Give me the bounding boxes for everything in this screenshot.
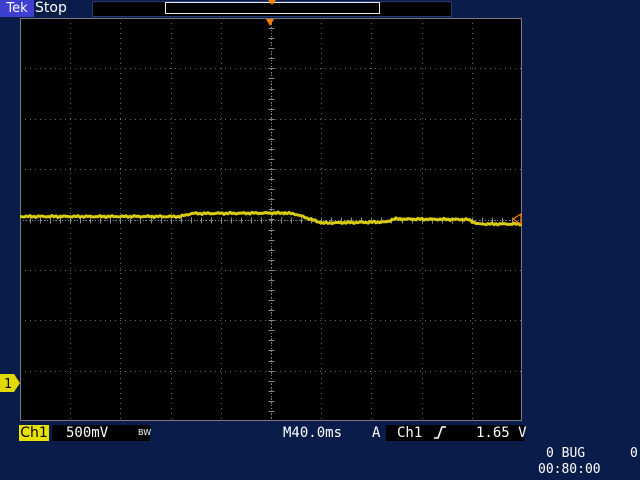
clock-readout: 00:80:00 bbox=[538, 462, 601, 477]
acquisition-counter-secondary: 0 bbox=[630, 446, 638, 461]
ch1-badge[interactable]: Ch1 bbox=[19, 425, 49, 441]
logo: Tek bbox=[0, 0, 34, 17]
graticule bbox=[20, 18, 522, 421]
trigger-mode: A bbox=[372, 425, 381, 441]
trigger-time-marker bbox=[266, 19, 274, 26]
waveform-display[interactable] bbox=[20, 18, 522, 421]
bandwidth-limit-badge: BW bbox=[138, 428, 152, 437]
ch1-vertical-scale: 500mV bbox=[66, 425, 109, 441]
ch1-ground-marker-label: 1 bbox=[4, 377, 12, 392]
ch1-ground-marker[interactable]: 1 bbox=[0, 374, 22, 392]
rising-edge-icon bbox=[434, 426, 446, 439]
trigger-position-icon bbox=[268, 0, 276, 5]
trigger-source: Ch1 bbox=[397, 425, 423, 441]
trigger-level: 1.65 V bbox=[476, 425, 527, 441]
timebase-readout: M40.0ms bbox=[283, 425, 343, 441]
run-status: Stop bbox=[35, 0, 67, 16]
